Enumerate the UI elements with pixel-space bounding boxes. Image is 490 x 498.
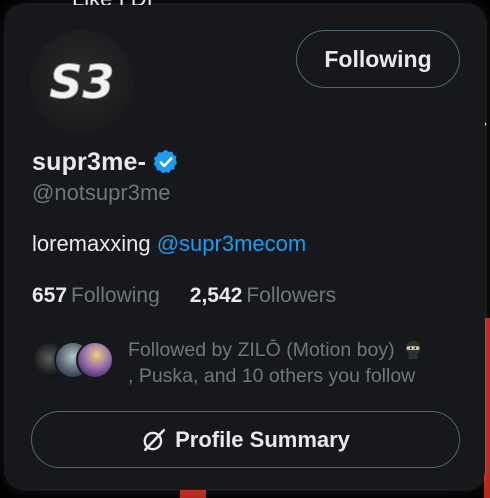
profile-avatar[interactable]: S3	[30, 30, 134, 134]
display-name[interactable]: supr3me-	[32, 148, 146, 177]
bio-text: loremaxxing	[32, 231, 157, 256]
followed-by-row[interactable]: Followed by ZILŌ (Motion boy) , Puska, a…	[32, 337, 462, 387]
followed-by-rest: , Puska, and 10 others you follow	[128, 365, 416, 387]
followed-by-prefix: Followed by	[128, 339, 238, 361]
followers-label: Followers	[246, 284, 337, 307]
profile-hover-card: S3 Following supr3me- @notsupr3me lorema…	[6, 5, 485, 489]
bio-mention-link[interactable]: @supr3mecom	[157, 231, 307, 256]
mutual-avatar	[76, 341, 114, 379]
s3-logo-text: S3	[49, 55, 114, 109]
followers-count: 2,542	[189, 284, 243, 307]
verified-badge-icon	[153, 149, 178, 174]
profile-summary-button[interactable]: Profile Summary	[31, 411, 460, 468]
name-row: supr3me-	[32, 145, 180, 179]
s3-logo-icon: S3	[49, 55, 115, 110]
following-stat-link[interactable]: 657 Following	[32, 284, 160, 308]
followed-by-text: Followed by ZILŌ (Motion boy) , Puska, a…	[128, 337, 458, 389]
screen: Like I DI › S3 Following supr3me- @notsu…	[0, 0, 490, 498]
profile-summary-label: Profile Summary	[175, 426, 350, 452]
mutual-avatars	[32, 341, 114, 379]
followers-stat-link[interactable]: 2,542 Followers	[190, 284, 336, 308]
user-handle[interactable]: @notsupr3me	[32, 180, 171, 206]
following-label: Following	[71, 284, 160, 307]
following-button[interactable]: Following	[296, 30, 460, 88]
follow-stats: 657 Following 2,542 Followers	[32, 284, 336, 308]
grok-icon	[143, 428, 166, 451]
background-image-edge-bottom	[180, 490, 206, 498]
followed-by-name: ZILŌ (Motion boy)	[237, 339, 395, 361]
following-count: 657	[32, 284, 68, 307]
ninja-emoji-icon	[405, 340, 421, 360]
bio: loremaxxing @supr3mecom	[32, 231, 306, 257]
